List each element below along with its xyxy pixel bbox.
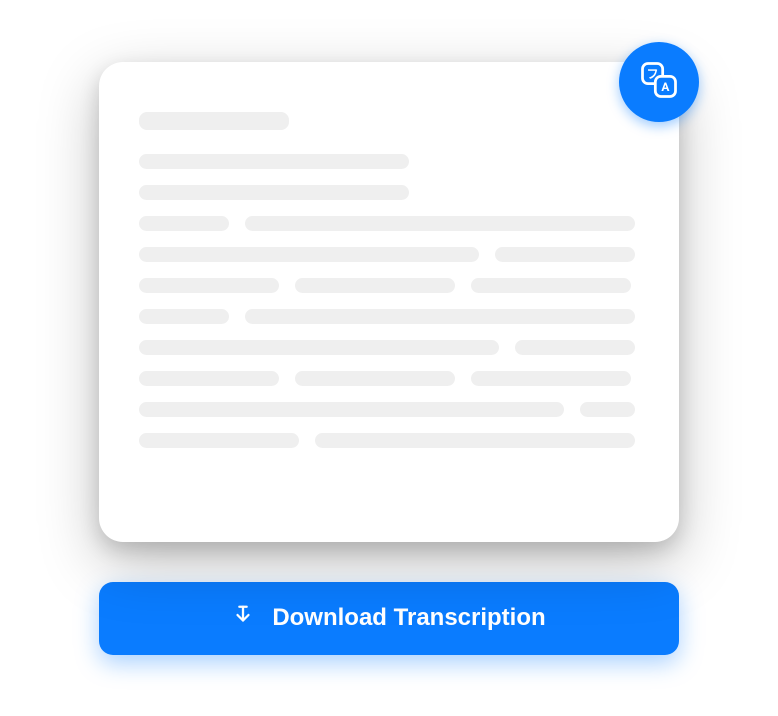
download-icon <box>232 604 254 633</box>
skeleton-line <box>580 402 635 417</box>
download-button-label: Download Transcription <box>272 604 545 632</box>
skeleton-line <box>139 278 279 293</box>
download-transcription-button[interactable]: Download Transcription <box>99 582 679 655</box>
skeleton-row <box>139 309 639 324</box>
skeleton-line <box>295 278 455 293</box>
skeleton-line <box>139 433 299 448</box>
skeleton-line <box>495 247 635 262</box>
skeleton-line <box>139 371 279 386</box>
skeleton-row <box>139 402 639 417</box>
transcription-content-placeholder <box>139 112 639 448</box>
skeleton-line <box>139 402 564 417</box>
skeleton-line <box>315 433 635 448</box>
skeleton-line <box>139 309 229 324</box>
skeleton-row <box>139 216 639 231</box>
skeleton-line <box>515 340 635 355</box>
skeleton-row <box>139 433 639 448</box>
skeleton-line <box>471 278 631 293</box>
skeleton-line <box>295 371 455 386</box>
svg-text:A: A <box>661 80 669 94</box>
translate-icon: フ A <box>637 58 681 106</box>
skeleton-line <box>139 185 409 200</box>
skeleton-line <box>245 309 635 324</box>
skeleton-title <box>139 112 289 130</box>
skeleton-row <box>139 247 639 262</box>
skeleton-row <box>139 278 639 293</box>
transcription-card: フ A <box>99 62 679 542</box>
skeleton-line <box>139 216 229 231</box>
skeleton-line <box>139 340 499 355</box>
skeleton-line <box>471 371 631 386</box>
skeleton-row <box>139 340 639 355</box>
skeleton-line <box>139 247 479 262</box>
skeleton-row <box>139 371 639 386</box>
skeleton-line <box>139 154 409 169</box>
skeleton-line <box>245 216 635 231</box>
translate-button[interactable]: フ A <box>619 42 699 122</box>
